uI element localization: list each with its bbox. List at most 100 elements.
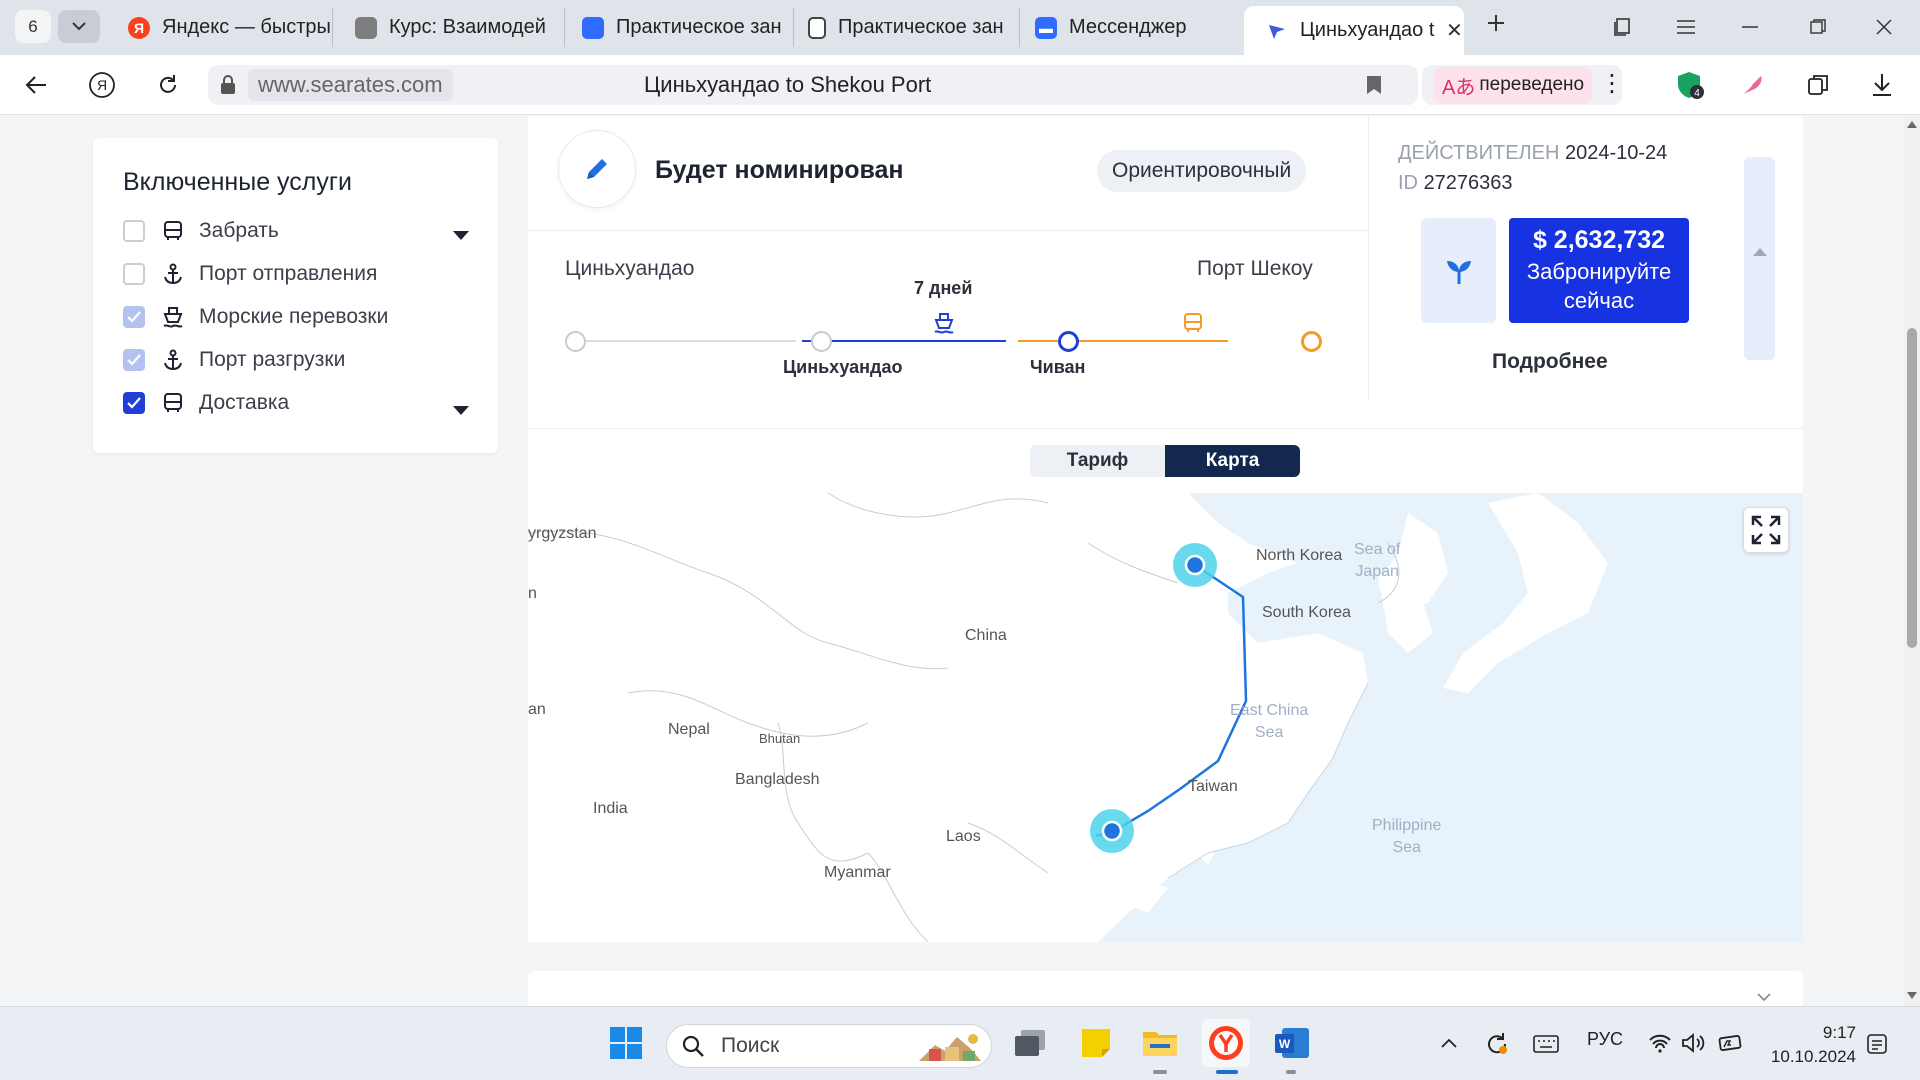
yandex-browser-app[interactable]: [1202, 1019, 1250, 1067]
tab-bar: 6 Я Яндекс — быстры Курс: Взаимодей Прак…: [0, 0, 1920, 55]
close-icon: [1876, 19, 1892, 35]
sync-icon[interactable]: [1484, 1031, 1510, 1057]
navigation-bar: Я www.searates.com Циньхуандао to Shekou…: [0, 55, 1920, 115]
sprout-icon: [1446, 260, 1471, 284]
delivery-dropdown-icon[interactable]: [453, 406, 469, 415]
taskbar-search[interactable]: Поиск: [666, 1024, 992, 1068]
map-canvas[interactable]: [528, 493, 1803, 942]
url-host[interactable]: www.searates.com: [248, 69, 453, 101]
word-app[interactable]: W: [1268, 1019, 1316, 1067]
service-label: Забрать: [199, 219, 279, 242]
page-title: Циньхуандао to Shekou Port: [644, 72, 932, 97]
tab-practical-2[interactable]: Практическое зан: [808, 8, 1020, 47]
tab-tariff[interactable]: Тариф: [1030, 445, 1165, 477]
keyboard-icon[interactable]: [1533, 1035, 1559, 1053]
map-label: Nepal: [668, 721, 710, 738]
chevron-down-icon[interactable]: [1757, 993, 1771, 1002]
downloads-button[interactable]: [1864, 67, 1900, 103]
pickup-checkbox[interactable]: [123, 220, 145, 242]
origin-port-checkbox[interactable]: [123, 263, 145, 285]
reload-button[interactable]: [150, 67, 186, 103]
map-label: n: [528, 585, 537, 602]
battery-icon[interactable]: [1716, 1033, 1744, 1053]
task-view-button[interactable]: [1006, 1019, 1054, 1067]
destination-marker[interactable]: [1101, 820, 1123, 842]
back-button[interactable]: [18, 67, 54, 103]
maximize-button[interactable]: [1798, 10, 1838, 44]
close-window-button[interactable]: [1864, 10, 1904, 44]
scrollbar-thumb[interactable]: [1907, 328, 1917, 648]
close-tab-icon[interactable]: ✕: [1446, 18, 1463, 43]
scroll-up-icon[interactable]: [1907, 120, 1917, 128]
system-clock[interactable]: 9:17 10.10.2024: [1764, 1021, 1856, 1069]
tab-list-button[interactable]: [58, 10, 100, 43]
collections-button[interactable]: [1602, 10, 1642, 44]
service-delivery[interactable]: Доставка: [123, 388, 289, 418]
messenger-icon: ▬: [1035, 16, 1057, 39]
tab-count-button[interactable]: 6: [15, 10, 51, 43]
ship-icon: [161, 305, 185, 329]
notifications-icon[interactable]: [1866, 1033, 1888, 1055]
tab-searates-active[interactable]: Циньхуандао t ✕: [1244, 6, 1464, 55]
tab-map[interactable]: Карта: [1165, 445, 1300, 477]
language-indicator[interactable]: РУС: [1587, 1029, 1623, 1050]
bookmark-icon[interactable]: [1366, 75, 1382, 95]
anchor-icon: [161, 262, 185, 286]
running-indicator: [1286, 1070, 1296, 1074]
service-pickup[interactable]: Забрать: [123, 216, 279, 246]
protect-extension-button[interactable]: 4: [1670, 67, 1710, 103]
new-tab-button[interactable]: [1481, 8, 1511, 38]
eco-button[interactable]: [1421, 218, 1496, 323]
truck-icon: [1182, 312, 1204, 334]
route-segment-pickup: [576, 340, 796, 342]
tab-practical-1[interactable]: Практическое зан: [582, 8, 794, 47]
page-scrollbar[interactable]: [1904, 116, 1920, 1006]
menu-button[interactable]: [1666, 10, 1706, 44]
sticky-notes-app[interactable]: [1072, 1019, 1120, 1067]
chevron-up-icon[interactable]: [1441, 1038, 1457, 1048]
service-origin-port[interactable]: Порт отправления: [123, 259, 377, 289]
more-vert-icon[interactable]: ⋮: [1600, 69, 1624, 98]
reading-button[interactable]: [1800, 67, 1836, 103]
tab-title: Практическое зан: [838, 16, 1004, 38]
active-indicator: [1216, 1070, 1238, 1074]
yandex-icon: Я: [128, 16, 150, 39]
clock-date: 10.10.2024: [1770, 1047, 1856, 1066]
file-explorer-app[interactable]: [1136, 1019, 1184, 1067]
origin-marker[interactable]: [1184, 554, 1206, 576]
minimize-button[interactable]: [1730, 10, 1770, 44]
address-bar[interactable]: www.searates.com Циньхуандао to Shekou P…: [208, 65, 1418, 105]
fullscreen-button[interactable]: [1743, 507, 1789, 553]
map-label: India: [593, 800, 628, 817]
translated-badge[interactable]: Aあ переведено: [1434, 66, 1593, 104]
valid-date: 2024-10-24: [1565, 142, 1668, 164]
search-icon: [682, 1035, 704, 1057]
edit-button[interactable]: [558, 130, 636, 208]
tab-course[interactable]: Курс: Взаимодей: [355, 8, 565, 47]
pencil-icon: [587, 159, 607, 179]
wifi-icon[interactable]: [1648, 1033, 1672, 1053]
start-button[interactable]: [602, 1019, 650, 1067]
yandex-home-button[interactable]: Я: [84, 67, 120, 103]
anchor-icon: [161, 348, 185, 372]
translate-bar[interactable]: Aあ переведено ⋮: [1422, 65, 1624, 105]
scroll-down-icon[interactable]: [1907, 992, 1917, 1000]
services-title: Включенные услуги: [123, 168, 352, 196]
svg-text:4: 4: [1694, 88, 1700, 99]
pen-extension-button[interactable]: [1734, 67, 1770, 103]
book-now-button[interactable]: $ 2,632,732 Забронируйте сейчас: [1509, 218, 1689, 323]
tab-title: Яндекс — быстры: [162, 16, 331, 38]
sticky-notes-icon: [1082, 1029, 1110, 1057]
collapse-panel-button[interactable]: [1744, 157, 1775, 360]
tab-messenger[interactable]: ▬ Мессенджер: [1035, 8, 1235, 47]
route-map[interactable]: yrgyzstan n an North Korea South Korea S…: [528, 493, 1803, 942]
volume-icon[interactable]: [1681, 1033, 1705, 1053]
chevron-up-icon: [1752, 248, 1767, 256]
tab-yandex[interactable]: Я Яндекс — быстры: [128, 8, 333, 47]
details-link[interactable]: Подробнее: [1492, 350, 1608, 374]
delivery-checkbox[interactable]: [123, 392, 145, 414]
pickup-dropdown-icon[interactable]: [453, 231, 469, 240]
minimize-icon: [1742, 26, 1758, 28]
arrow-left-icon: [25, 76, 46, 94]
map-label: Bhutan: [759, 731, 801, 746]
